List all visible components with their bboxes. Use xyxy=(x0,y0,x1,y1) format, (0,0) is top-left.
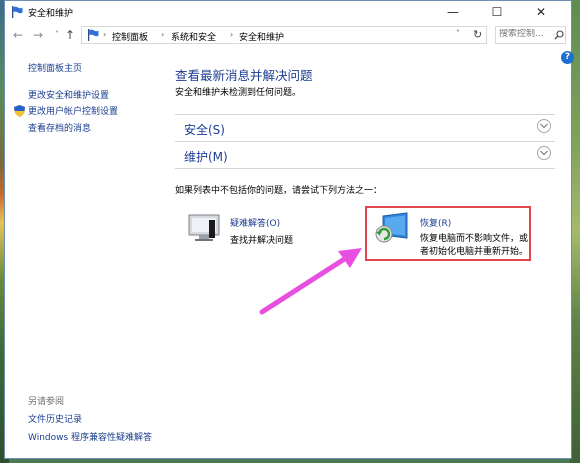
maximize-button[interactable]: ☐ xyxy=(475,1,519,23)
search-box[interactable] xyxy=(495,26,566,44)
section-security[interactable]: 安全(S) xyxy=(175,114,555,141)
troubleshooting-icon[interactable] xyxy=(187,213,221,243)
search-icon xyxy=(554,30,564,40)
help-button[interactable]: ? xyxy=(561,51,574,64)
navigation-bar: ← → ˅ ↑ › 控制面板 › 系统和安全 › 安全和维护 ˅ ↻ xyxy=(5,24,571,48)
refresh-button[interactable]: ↻ xyxy=(473,28,482,41)
troubleshooting-link[interactable]: 疑难解答(O) xyxy=(230,216,280,229)
sidebar-item-control-panel-home[interactable]: 控制面板主页 xyxy=(28,61,82,74)
forward-button[interactable]: → xyxy=(31,28,45,42)
see-also-heading: 另请参阅 xyxy=(28,397,65,407)
see-also-compatibility-troubleshooter[interactable]: Windows 程序兼容性疑难解答 xyxy=(28,430,152,443)
sidebar-item-change-uac-settings[interactable]: 更改用户帐户控制设置 xyxy=(28,104,118,117)
flag-icon xyxy=(88,29,99,41)
troubleshooting-description: 查找并解决问题 xyxy=(230,236,294,246)
minimize-button[interactable]: — xyxy=(431,1,475,23)
see-also-file-history[interactable]: 文件历史记录 xyxy=(28,412,82,425)
recent-locations-button[interactable]: ˅ xyxy=(50,28,64,42)
recovery-description-line2: 者初始化电脑并重新开始。 xyxy=(420,247,529,257)
flag-icon xyxy=(12,6,23,18)
page-title: 查看最新消息并解决问题 xyxy=(175,68,313,83)
search-input[interactable] xyxy=(499,29,551,39)
section-security-label: 安全(S) xyxy=(184,123,225,137)
breadcrumb-system-security[interactable]: 系统和安全 xyxy=(171,30,216,43)
back-button[interactable]: ← xyxy=(11,28,25,42)
breadcrumb-separator: › xyxy=(230,30,234,39)
address-bar[interactable]: › 控制面板 › 系统和安全 › 安全和维护 ˅ ↻ xyxy=(81,26,487,44)
up-button[interactable]: ↑ xyxy=(63,28,77,42)
breadcrumb-separator: › xyxy=(161,30,165,39)
control-panel-window: 安全和维护 — ☐ ✕ ← → ˅ ↑ › 控制面板 › 系统和安全 › 安全和… xyxy=(4,0,574,459)
breadcrumb-security-maintenance[interactable]: 安全和维护 xyxy=(239,30,284,43)
sidebar-item-view-archived-messages[interactable]: 查看存档的消息 xyxy=(28,121,91,134)
page-subtitle: 安全和维护未检测到任何问题。 xyxy=(175,88,302,98)
address-dropdown-button[interactable]: ˅ xyxy=(456,29,460,38)
breadcrumb-separator: › xyxy=(103,30,107,39)
recovery-description-line1: 恢复电脑而不影响文件，或 xyxy=(420,234,529,244)
try-options-text: 如果列表中不包括你的问题，请尝试下列方法之一： xyxy=(175,186,383,196)
recovery-icon[interactable] xyxy=(373,212,411,246)
title-bar: 安全和维护 — ☐ ✕ xyxy=(5,1,571,23)
recovery-link[interactable]: 恢复(R) xyxy=(420,216,451,229)
uac-shield-icon xyxy=(14,105,25,117)
section-maintenance[interactable]: 维护(M) xyxy=(175,141,555,168)
chevron-down-icon[interactable] xyxy=(537,119,551,133)
section-divider xyxy=(175,168,555,169)
close-button[interactable]: ✕ xyxy=(519,1,563,23)
breadcrumb-control-panel[interactable]: 控制面板 xyxy=(112,30,148,43)
chevron-down-icon[interactable] xyxy=(537,146,551,160)
sidebar-item-change-security-settings[interactable]: 更改安全和维护设置 xyxy=(28,88,109,101)
window-title: 安全和维护 xyxy=(28,9,74,19)
section-maintenance-label: 维护(M) xyxy=(184,150,228,164)
